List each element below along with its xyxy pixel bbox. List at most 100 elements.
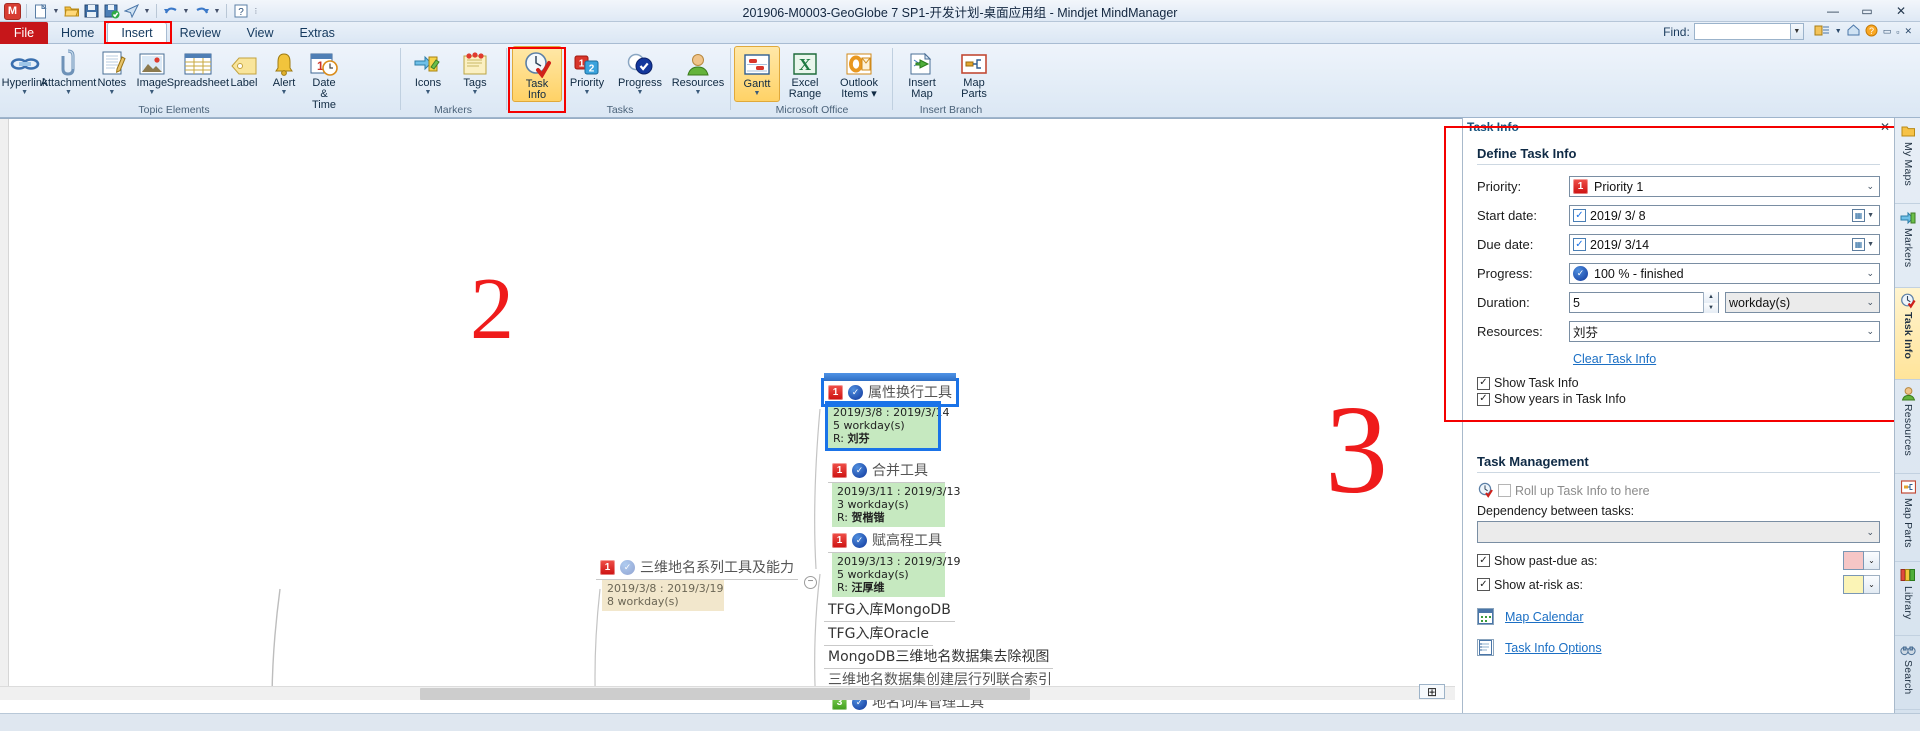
at-risk-row[interactable]: ✓ Show at-risk as: ⌄	[1477, 575, 1880, 594]
tags-dropdown-icon[interactable]: ▼	[472, 89, 479, 97]
parent-topic[interactable]: 1 ✓ 三维地名系列工具及能力 2019/3/8 : 2019/3/19 8 w…	[596, 556, 798, 611]
map-calendar-link[interactable]: Map Calendar	[1505, 610, 1584, 624]
horizontal-scrollbar[interactable]	[0, 686, 1455, 700]
tab-review[interactable]: Review	[167, 22, 234, 44]
child-topic-4-line[interactable]: TFG入库MongoDB	[824, 598, 955, 622]
alert-button[interactable]: Alert ▼	[264, 46, 304, 97]
ribbon-close-icon[interactable]: ✕	[1904, 26, 1912, 37]
ribbon-minimize-icon[interactable]: ▭	[1883, 26, 1892, 37]
duration-unit-select[interactable]: workday(s) ⌄	[1725, 292, 1880, 313]
minimize-button[interactable]: —	[1816, 1, 1850, 21]
sidebar-item-resources[interactable]: Resources	[1895, 380, 1920, 474]
past-due-checkbox[interactable]: ✓	[1477, 554, 1490, 567]
priority-button[interactable]: 12 Priority ▼	[562, 46, 612, 97]
excel-range-button[interactable]: X Excel Range	[780, 46, 830, 100]
resources-dropdown-icon[interactable]: ▼	[695, 89, 702, 97]
chevron-down-icon-resources[interactable]: ⌄	[1866, 326, 1876, 337]
maximize-button[interactable]: ▭	[1850, 1, 1884, 21]
priority-dropdown-icon[interactable]: ▼	[584, 89, 591, 97]
notes-button[interactable]: Notes ▼	[92, 46, 132, 97]
outlook-items-button[interactable]: Outlook Items ▾	[830, 46, 888, 100]
rollup-checkbox[interactable]	[1498, 484, 1511, 497]
ribbon-restore-icon[interactable]: ▫	[1896, 27, 1899, 37]
hyperlink-button[interactable]: Hyperlink ▼	[2, 46, 48, 97]
chevron-down-icon-priority[interactable]: ⌄	[1866, 181, 1876, 192]
icons-button[interactable]: Icons ▼	[404, 46, 452, 97]
sidebar-item-library[interactable]: Library	[1895, 562, 1920, 636]
show-years-row[interactable]: ✓ Show years in Task Info	[1477, 392, 1880, 406]
child-topic-5[interactable]: TFG入库Oracle	[824, 622, 934, 646]
show-years-checkbox[interactable]: ✓	[1477, 392, 1490, 406]
left-gutter[interactable]	[0, 119, 9, 694]
notes-dropdown-icon[interactable]: ▼	[108, 89, 115, 97]
duration-spinner[interactable]: ▲ ▼	[1703, 292, 1718, 313]
chevron-down-icon-dependency[interactable]: ⌄	[1866, 527, 1876, 538]
close-button[interactable]: ✕	[1884, 1, 1918, 21]
find-tools[interactable]: ▼ ? ▭ ▫ ✕	[1814, 24, 1912, 40]
clear-task-info-link[interactable]: Clear Task Info	[1573, 352, 1656, 366]
rollup-row[interactable]: Roll up Task Info to here	[1477, 482, 1880, 499]
image-button[interactable]: Image ▼	[132, 46, 172, 97]
home-small-icon[interactable]	[1847, 24, 1860, 39]
spinner-down-icon[interactable]: ▼	[1704, 302, 1718, 313]
child-topic-1[interactable]: 1 ✓ 属性换行工具 2019/3/8 : 2019/3/14 5 workda…	[821, 373, 959, 451]
tab-view[interactable]: View	[234, 22, 287, 44]
find-area[interactable]: Find: ▼ ▼ ? ▭ ▫ ✕	[1663, 23, 1912, 40]
child-topic-3-line[interactable]: 1 ✓ 赋高程工具	[828, 529, 946, 553]
chevron-down-icon-duration-unit[interactable]: ⌄	[1866, 297, 1876, 308]
past-due-row[interactable]: ✓ Show past-due as: ⌄	[1477, 551, 1880, 570]
progress-select[interactable]: ✓ 100 % - finished ⌄	[1569, 263, 1880, 284]
map-parts-button[interactable]: Map Parts	[948, 46, 1000, 100]
at-risk-color-dropdown-icon[interactable]: ⌄	[1864, 575, 1880, 594]
child-topic-5-line[interactable]: TFG入库Oracle	[824, 622, 934, 646]
help-circle-icon[interactable]: ?	[1865, 24, 1878, 40]
ribbon-tabs[interactable]: File Home Insert Review View Extras Find…	[0, 22, 1920, 44]
progress-button[interactable]: Progress ▼	[612, 46, 668, 97]
child-topic-6-line[interactable]: MongoDB三维地名数据集去除视图	[824, 645, 1054, 669]
label-button[interactable]: Label	[224, 46, 264, 89]
priority-select[interactable]: 1 Priority 1 ⌄	[1569, 176, 1880, 197]
spreadsheet-button[interactable]: Spreadsheet	[167, 46, 229, 89]
resources-select[interactable]: 刘芬 ⌄	[1569, 321, 1880, 342]
hyperlink-dropdown-icon[interactable]: ▼	[21, 89, 28, 97]
tab-insert[interactable]: Insert	[107, 22, 167, 44]
duration-input[interactable]: 5 ▲ ▼	[1569, 292, 1719, 313]
sidebar-item-search[interactable]: Search	[1895, 636, 1920, 710]
filter-dropdown-icon[interactable]: ▼	[1835, 28, 1842, 35]
alert-dropdown-icon[interactable]: ▼	[281, 89, 288, 97]
past-due-color-picker[interactable]: ⌄	[1843, 551, 1880, 570]
tab-file[interactable]: File	[0, 22, 48, 44]
child-topic-1-line[interactable]: 1 ✓ 属性换行工具	[821, 378, 959, 407]
dependency-select[interactable]: ⌄	[1477, 521, 1880, 543]
task-info-pane[interactable]: Task Info ✕ Define Task Info Priority: 1…	[1444, 118, 1896, 713]
calendar-icon-start[interactable]: ▦	[1852, 209, 1866, 222]
image-dropdown-icon[interactable]: ▼	[148, 89, 155, 97]
find-input[interactable]: ▼	[1693, 23, 1804, 40]
attachment-button[interactable]: Attachment ▼	[41, 46, 96, 97]
due-date-checkbox[interactable]: ✓	[1573, 238, 1586, 251]
sidebar-item-markers[interactable]: Markers	[1895, 204, 1920, 288]
horizontal-scroll-thumb[interactable]	[420, 688, 1030, 700]
chevron-down-icon-progress[interactable]: ⌄	[1866, 268, 1876, 279]
window-controls[interactable]: — ▭ ✕	[1816, 0, 1918, 22]
show-task-info-checkbox[interactable]: ✓	[1477, 376, 1490, 390]
parent-collapse-button[interactable]: −	[804, 573, 817, 589]
start-date-picker[interactable]: ▦ ▼	[1852, 209, 1876, 222]
parent-topic-line[interactable]: 1 ✓ 三维地名系列工具及能力	[596, 556, 798, 580]
show-task-info-row[interactable]: ✓ Show Task Info	[1477, 376, 1880, 390]
find-dropdown-icon[interactable]: ▼	[1789, 24, 1803, 39]
due-date-field[interactable]: ✓ 2019/ 3/14 ▦ ▼	[1569, 234, 1880, 255]
past-due-color-swatch[interactable]	[1843, 551, 1864, 570]
sidebar-item-my-maps[interactable]: My Maps	[1895, 118, 1920, 204]
progress-dropdown-icon[interactable]: ▼	[637, 89, 644, 97]
task-info-button[interactable]: Task Info	[512, 46, 562, 102]
at-risk-color-picker[interactable]: ⌄	[1843, 575, 1880, 594]
child-topic-2-line[interactable]: 1 ✓ 合并工具	[828, 459, 945, 483]
start-date-checkbox[interactable]: ✓	[1573, 209, 1586, 222]
attachment-dropdown-icon[interactable]: ▼	[65, 89, 72, 97]
insert-map-button[interactable]: Insert Map	[896, 46, 948, 100]
icons-dropdown-icon[interactable]: ▼	[425, 89, 432, 97]
sidebar-tab-strip[interactable]: My Maps Markers Task Info Resources Map …	[1894, 118, 1920, 730]
task-info-options-row[interactable]: Task Info Options	[1477, 639, 1880, 656]
task-pane-close-icon[interactable]: ✕	[1880, 120, 1890, 134]
